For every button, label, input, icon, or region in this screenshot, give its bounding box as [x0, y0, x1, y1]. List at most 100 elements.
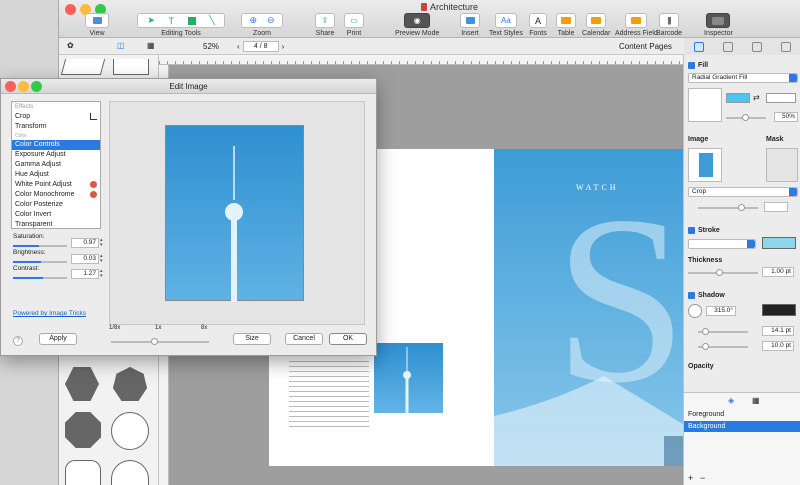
thickness-slider[interactable]: [688, 269, 758, 276]
text-styles-button[interactable]: Aa Text Styles: [489, 13, 523, 37]
fill-color2-swatch[interactable]: [766, 93, 796, 103]
dialog-maximize-button[interactable]: [31, 81, 42, 92]
shadow-angle-dial[interactable]: [688, 304, 702, 318]
layers-icon[interactable]: ◫: [117, 41, 125, 50]
brightness-stepper[interactable]: ▴ ▾: [100, 254, 106, 264]
effect-color-controls[interactable]: Color Controls: [12, 140, 100, 150]
apply-button[interactable]: Apply: [39, 333, 77, 345]
contrast-stepper[interactable]: ▴ ▾: [100, 269, 106, 279]
brightness-field[interactable]: 0.03: [71, 254, 99, 264]
chevron-right-icon[interactable]: ›: [282, 42, 285, 51]
contrast-field[interactable]: 1.27: [71, 269, 99, 279]
saturation-slider[interactable]: [13, 245, 67, 247]
layers-grid-icon[interactable]: ▦: [752, 396, 760, 405]
swap-arrows-icon[interactable]: ⇄: [753, 93, 760, 102]
line-tool-icon[interactable]: ╲: [209, 15, 214, 26]
zoom-group[interactable]: ⊕ ⊖ Zoom: [241, 13, 283, 37]
chevron-left-icon[interactable]: ‹: [237, 42, 240, 51]
grid-icon[interactable]: ▦: [147, 41, 155, 50]
size-button[interactable]: Size: [233, 333, 271, 345]
stroke-style-select[interactable]: [688, 239, 756, 249]
fill-percent-field[interactable]: 50%: [774, 112, 798, 122]
thickness-field[interactable]: 1.00 pt: [762, 267, 794, 277]
shadow-offset-field[interactable]: 14.1 pt: [762, 326, 794, 336]
page-indicator[interactable]: 4 / 8: [242, 41, 279, 52]
shape-tool-icon[interactable]: [187, 16, 196, 25]
effect-color-monochrome[interactable]: Color Monochrome: [12, 190, 100, 200]
shadow-angle-field[interactable]: 315.0°: [706, 306, 736, 316]
brightness-slider[interactable]: [13, 261, 67, 263]
shape-heptagon[interactable]: [113, 367, 147, 401]
saturation-stepper[interactable]: ▴ ▾: [100, 238, 106, 248]
zoom-select[interactable]: 52%: [203, 42, 219, 51]
shape-octagon[interactable]: [65, 412, 101, 448]
shadow-color-swatch[interactable]: [762, 304, 796, 316]
inspector-button[interactable]: Inspector: [704, 13, 733, 37]
remove-layer-icon[interactable]: −: [700, 473, 705, 483]
fill-color-swatch[interactable]: [726, 93, 750, 103]
tab-document-icon[interactable]: [781, 41, 792, 52]
effect-crop[interactable]: Crop: [12, 112, 100, 122]
effects-list[interactable]: Effects Crop Transform Color Color Contr…: [11, 101, 101, 229]
effect-hue-adjust[interactable]: Hue Adjust: [12, 170, 100, 180]
image-thumbnail[interactable]: [374, 343, 443, 413]
share-button[interactable]: ⇪ Share: [315, 13, 335, 37]
shape-parallelogram[interactable]: [60, 59, 106, 75]
effect-color-posterize[interactable]: Color Posterize: [12, 200, 100, 210]
zoom-in-icon[interactable]: ⊕: [249, 15, 257, 26]
shape-rounded-square[interactable]: [65, 460, 101, 485]
shadow-blur-slider[interactable]: [698, 343, 748, 350]
layer-background[interactable]: Background: [684, 421, 800, 432]
saturation-field[interactable]: 0.97: [71, 238, 99, 248]
content-pages-select[interactable]: Content Pages: [619, 42, 672, 51]
shadow-blur-field[interactable]: 10.0 pt: [762, 341, 794, 351]
contrast-slider[interactable]: [13, 277, 67, 279]
image-well[interactable]: [688, 148, 722, 182]
shadow-checkbox[interactable]: [688, 292, 695, 299]
shape-circle[interactable]: [111, 412, 149, 450]
table-button[interactable]: Table: [556, 13, 576, 37]
shapes-library-icon[interactable]: ✿: [67, 41, 74, 50]
tab-text-icon[interactable]: [722, 41, 733, 52]
image-value-field[interactable]: [764, 202, 788, 212]
layer-foreground[interactable]: Foreground: [684, 409, 800, 420]
pointer-icon[interactable]: ➤: [147, 15, 155, 26]
page-right[interactable]: WATCH S: [494, 149, 683, 466]
effect-transparent[interactable]: Transparent: [12, 220, 100, 228]
effect-transform[interactable]: Transform: [12, 122, 100, 132]
layers-stack-icon[interactable]: ◈: [728, 396, 734, 405]
effect-gamma-adjust[interactable]: Gamma Adjust: [12, 160, 100, 170]
stroke-color-swatch[interactable]: [762, 237, 796, 249]
ok-button[interactable]: OK: [329, 333, 367, 345]
insert-button[interactable]: Insert: [460, 13, 480, 37]
effect-white-point-adjust[interactable]: White Point Adjust: [12, 180, 100, 190]
address-field-button[interactable]: Address Field: [615, 13, 658, 37]
fonts-button[interactable]: A Fonts: [529, 13, 547, 37]
close-button[interactable]: [65, 4, 76, 15]
tab-arrange-icon[interactable]: [752, 41, 763, 52]
image-slider[interactable]: [698, 204, 758, 211]
tab-fill-icon[interactable]: [693, 41, 704, 52]
zoom-out-icon[interactable]: ⊖: [267, 15, 275, 26]
text-tool-icon[interactable]: T: [168, 16, 174, 26]
mask-well[interactable]: [766, 148, 798, 182]
editing-tools-group[interactable]: ➤ T ╲ Editing Tools: [137, 13, 225, 37]
effect-color-invert[interactable]: Color Invert: [12, 210, 100, 220]
fill-preview[interactable]: [688, 88, 722, 122]
fill-type-select[interactable]: Radial Gradient Fill: [688, 73, 798, 83]
print-button[interactable]: ▭ Print: [344, 13, 364, 37]
preview-zoom-slider[interactable]: [111, 338, 209, 345]
view-button[interactable]: View: [85, 13, 109, 37]
fill-checkbox[interactable]: [688, 62, 695, 69]
help-button[interactable]: ?: [13, 336, 23, 346]
preview-mode-button[interactable]: ◉ Preview Mode: [395, 13, 439, 37]
shape-pie[interactable]: [111, 460, 149, 485]
dialog-close-button[interactable]: [5, 81, 16, 92]
powered-by-link[interactable]: Powered by Image Tricks: [13, 310, 86, 317]
stroke-checkbox[interactable]: [688, 227, 695, 234]
shape-hexagon[interactable]: [65, 367, 99, 401]
cancel-button[interactable]: Cancel: [285, 333, 323, 345]
barcode-button[interactable]: ||| Barcode: [656, 13, 682, 37]
shadow-offset-slider[interactable]: [698, 328, 748, 335]
fill-slider[interactable]: [726, 114, 766, 121]
